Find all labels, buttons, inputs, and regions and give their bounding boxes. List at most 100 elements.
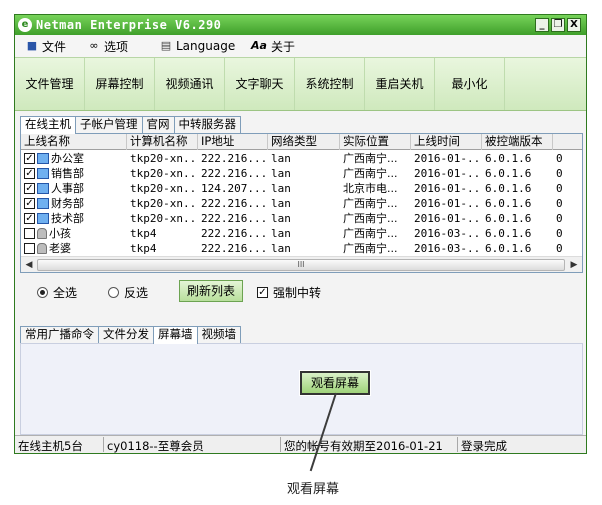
system-control-button[interactable]: 系统控制 (295, 58, 365, 110)
col-location[interactable]: 实际位置 (340, 134, 411, 150)
table-row[interactable]: ✓ 技术部 tkp20-xn... 222.216... lan 广西南宁... 2016-… (21, 211, 582, 226)
cell-time: 2016-03-... (414, 227, 482, 240)
cell-ver: 6.0.1.6 (485, 212, 532, 225)
cell-time: 2016-01-... (414, 182, 482, 195)
computer-offline-icon (37, 228, 47, 239)
host-name: 技术部 (51, 212, 84, 225)
text-chat-button[interactable]: 文字聊天 (225, 58, 295, 110)
cell-online-name: 小孩 (21, 226, 127, 241)
tab-video-wall[interactable]: 视频墙 (196, 326, 241, 343)
cell-loc: 广西南宁... (343, 152, 398, 165)
cell-loc: 广西南宁... (343, 167, 398, 180)
row-checkbox[interactable]: ✓ (24, 198, 35, 209)
table-row[interactable]: 小孩 tkp4 222.216... lan 广西南宁... 2016-03-... 6.0… (21, 226, 582, 241)
table-row[interactable]: ✓ 办公室 tkp20-xn... 222.216... lan 广西南宁... 2016-… (21, 151, 582, 166)
cell-online-name: 老婆 (21, 241, 127, 256)
tab-online-hosts[interactable]: 在线主机 (20, 116, 76, 134)
cell-loc: 广西南宁... (343, 227, 398, 240)
restore-button[interactable]: ❐ (551, 18, 565, 32)
view-screen-button[interactable]: 观看屏幕 (299, 370, 371, 396)
cell-ver: 6.0.1.6 (485, 197, 532, 210)
radio-select-all-icon[interactable] (37, 286, 48, 298)
title-bar[interactable]: e Netman Enterprise V6.290 _ ❐ X (15, 15, 586, 35)
table-row[interactable]: ✓ 人事部 tkp20-xn... 124.207... lan 北京市电... 2016-… (21, 181, 582, 196)
col-online-name[interactable]: 上线名称 (21, 134, 127, 150)
menu-file[interactable]: ■ 文件 (25, 38, 66, 54)
row-checkbox[interactable] (24, 243, 35, 254)
screen-control-button[interactable]: 屏幕控制 (85, 58, 155, 110)
cell-computer: tkp20-xn... (130, 182, 198, 195)
force-relay-checkbox[interactable]: ✓ 强制中转 (257, 283, 321, 301)
col-online-time[interactable]: 上线时间 (411, 134, 482, 150)
scroll-left-icon[interactable]: ◀ (23, 259, 35, 271)
select-all-label: 全选 (53, 285, 78, 300)
cell-ip: 222.216... (201, 227, 268, 240)
menu-language[interactable]: ▤ Language (159, 38, 235, 54)
menu-options[interactable]: ∞ 选项 (87, 38, 128, 54)
table-row[interactable]: ✓ 财务部 tkp20-xn... 222.216... lan 广西南宁... 2016-… (21, 196, 582, 211)
row-checkbox[interactable]: ✓ (24, 153, 35, 164)
scroll-thumb[interactable]: III (37, 259, 565, 271)
invert-radio[interactable]: 反选 (108, 283, 148, 301)
cell-net: lan (271, 242, 291, 255)
host-table: 上线名称 计算机名称 IP地址 网络类型 实际位置 上线时间 被控端版本 ✓ 办公… (20, 133, 583, 273)
main-tabs: 在线主机 子帐户管理 官网 中转服务器 (20, 116, 241, 134)
col-ip[interactable]: IP地址 (198, 134, 268, 150)
glasses-icon: ∞ (89, 39, 99, 52)
cell-time: 2016-01-... (414, 167, 482, 180)
table-row[interactable]: ✓ 销售部 tkp20-xn... 222.216... lan 广西南宁... 2016-… (21, 166, 582, 181)
status-divider (280, 437, 281, 452)
col-version[interactable]: 被控端版本 (482, 134, 553, 150)
status-divider (103, 437, 104, 452)
computer-online-icon (37, 213, 49, 224)
tab-screen-wall[interactable]: 屏幕墙 (153, 326, 198, 344)
cell-extra: 0 (556, 182, 563, 195)
window-title: Netman Enterprise V6.290 (36, 18, 222, 32)
cell-extra: 0 (556, 152, 563, 165)
horizontal-scrollbar[interactable]: ◀ III ▶ (21, 256, 582, 272)
tab-sub-accounts[interactable]: 子帐户管理 (75, 116, 143, 133)
cell-net: lan (271, 197, 291, 210)
row-checkbox[interactable]: ✓ (24, 213, 35, 224)
refresh-list-button[interactable]: 刷新列表 (179, 280, 243, 302)
app-window: e Netman Enterprise V6.290 _ ❐ X ■ 文件 ∞ … (14, 14, 587, 454)
col-extra[interactable] (553, 134, 582, 150)
force-relay-check-icon[interactable]: ✓ (257, 286, 268, 298)
cell-loc: 广西南宁... (343, 242, 398, 255)
radio-invert-icon[interactable] (108, 286, 119, 298)
table-row[interactable]: 老婆 tkp4 222.216... lan 广西南宁... 2016-03-... 6.0… (21, 241, 582, 256)
row-checkbox[interactable] (24, 228, 35, 239)
video-chat-button[interactable]: 视频通讯 (155, 58, 225, 110)
row-checkbox[interactable]: ✓ (24, 183, 35, 194)
select-all-radio[interactable]: 全选 (37, 283, 77, 301)
tab-broadcast-commands[interactable]: 常用广播命令 (20, 326, 99, 343)
cell-ver: 6.0.1.6 (485, 152, 532, 165)
menu-about[interactable]: Aa 关于 (250, 38, 295, 54)
cell-ip: 222.216... (201, 152, 268, 165)
tab-relay-server[interactable]: 中转服务器 (173, 116, 241, 133)
col-computer-name[interactable]: 计算机名称 (127, 134, 198, 150)
menu-bar: ■ 文件 ∞ 选项 ▤ Language Aa 关于 (15, 35, 586, 57)
col-network-type[interactable]: 网络类型 (268, 134, 340, 150)
cell-ver: 6.0.1.6 (485, 182, 532, 195)
cell-online-name: ✓ 办公室 (21, 151, 127, 166)
tab-website[interactable]: 官网 (141, 116, 175, 133)
minimize-button[interactable]: _ (535, 18, 549, 32)
tab-file-distribution[interactable]: 文件分发 (98, 326, 154, 343)
file-manage-button[interactable]: 文件管理 (15, 58, 85, 110)
close-button[interactable]: X (567, 18, 581, 32)
cell-loc: 广西南宁... (343, 212, 398, 225)
minimize-all-button[interactable]: 最小化 (435, 58, 505, 110)
cell-online-name: ✓ 财务部 (21, 196, 127, 211)
status-member: cy0118--至尊会员 (107, 439, 204, 453)
cell-computer: tkp4 (130, 227, 157, 240)
cell-net: lan (271, 167, 291, 180)
status-online-hosts: 在线主机5台 (18, 439, 83, 453)
host-name: 小孩 (49, 227, 71, 240)
restart-shutdown-button[interactable]: 重启关机 (365, 58, 435, 110)
cell-ip: 222.216... (201, 212, 268, 225)
row-checkbox[interactable]: ✓ (24, 168, 35, 179)
computer-online-icon (37, 168, 49, 179)
status-login: 登录完成 (461, 439, 507, 453)
scroll-right-icon[interactable]: ▶ (568, 259, 580, 271)
